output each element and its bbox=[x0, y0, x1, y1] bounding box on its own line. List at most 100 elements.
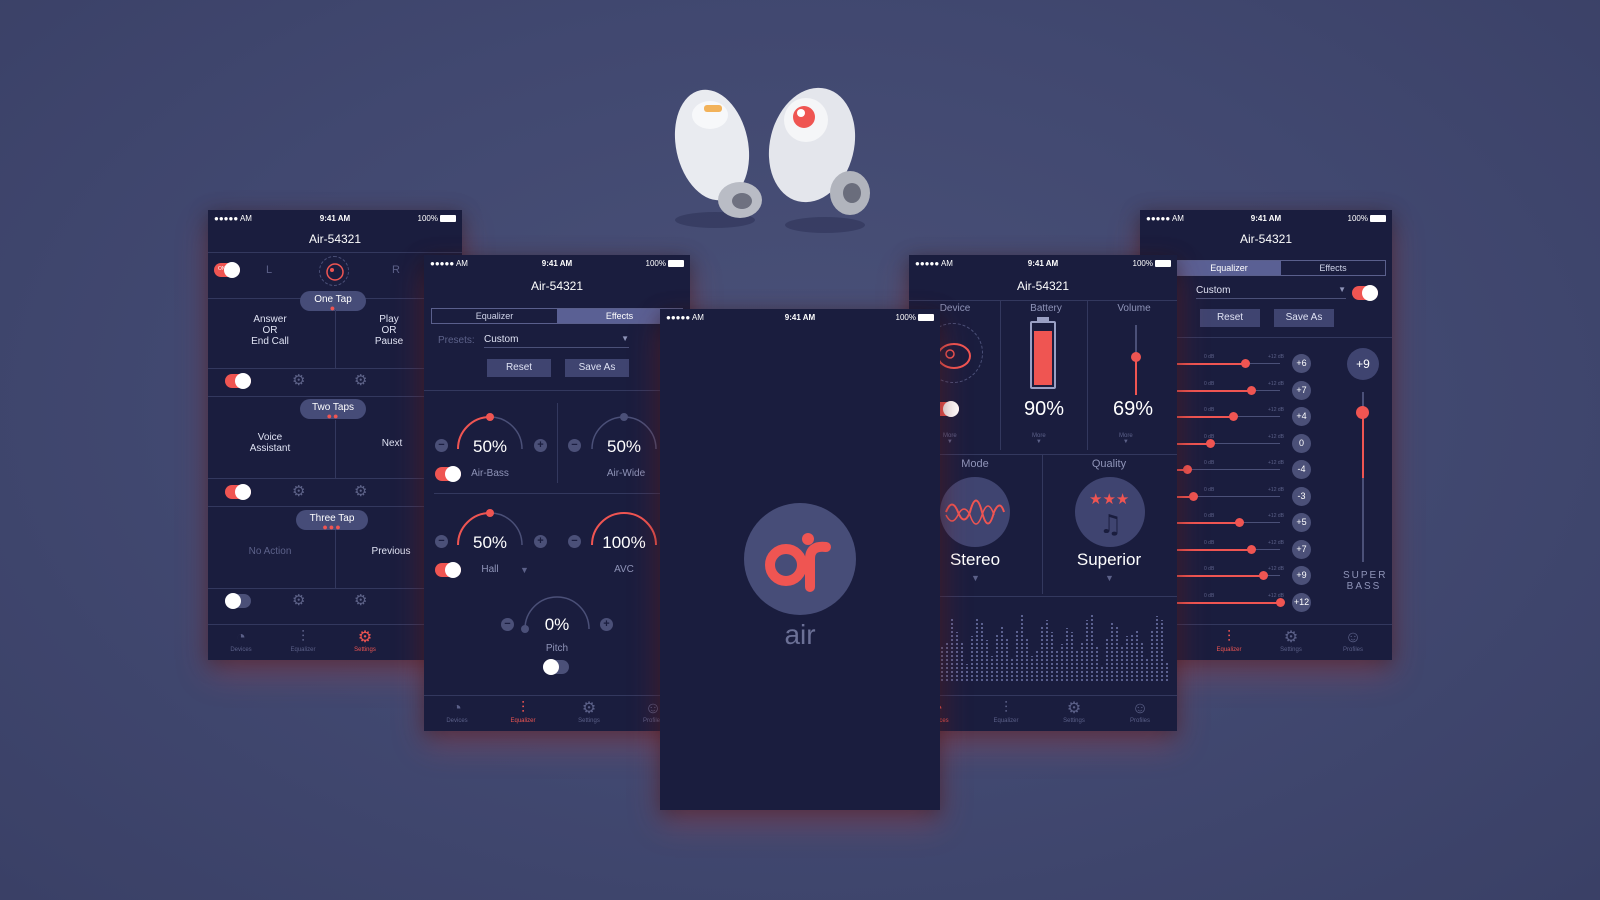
tab-devices[interactable]: ◔Devices bbox=[432, 700, 482, 724]
two-taps-left-action: Voice Assistant bbox=[249, 432, 291, 454]
eq-band-thumb[interactable] bbox=[1229, 412, 1239, 421]
left-earbud-toggle[interactable]: ON bbox=[214, 262, 240, 278]
segment-equalizer[interactable]: Equalizer bbox=[1177, 261, 1281, 275]
air-bass-plus-button[interactable]: + bbox=[534, 439, 547, 452]
tab-equalizer[interactable]: ⫶ Equalizer bbox=[498, 700, 548, 724]
tab-settings[interactable]: ⚙ Settings bbox=[1049, 700, 1099, 724]
tab-settings[interactable]: ⚙ Settings bbox=[564, 700, 614, 724]
battery-percent: 90% bbox=[1023, 398, 1065, 420]
hall-plus-button[interactable]: + bbox=[534, 535, 547, 548]
tab-settings[interactable]: ⚙ Settings bbox=[1266, 629, 1316, 653]
preset-select[interactable]: Custom ▼ bbox=[1196, 285, 1346, 299]
air-wide-minus-button[interactable]: − bbox=[568, 439, 581, 452]
tab-equalizer[interactable]: ⫶ Equalizer bbox=[278, 629, 328, 653]
battery-column-label: Battery bbox=[1030, 303, 1062, 314]
eq-band-thumb[interactable] bbox=[1206, 438, 1215, 448]
music-note-star-icon[interactable]: ★★★ ♫ bbox=[1075, 477, 1145, 547]
air-wide-label: Air-Wide bbox=[606, 468, 646, 479]
gear-icon[interactable]: ⚙ bbox=[292, 482, 305, 500]
eq-db-high-label: +12 dB bbox=[1268, 380, 1284, 387]
eq-band-thumb[interactable] bbox=[1235, 518, 1245, 527]
quality-dropdown-icon[interactable]: ▼ bbox=[1105, 573, 1114, 583]
three-tap-right-action: Previous bbox=[371, 546, 411, 557]
eq-band-thumb[interactable] bbox=[1188, 491, 1198, 501]
eq-band-thumb[interactable] bbox=[1241, 359, 1250, 368]
effects-segment-control[interactable]: Equalizer Effects bbox=[431, 308, 683, 324]
segment-equalizer[interactable]: Equalizer bbox=[432, 309, 557, 323]
battery-status: 100% bbox=[418, 214, 456, 223]
pitch-minus-button[interactable]: − bbox=[501, 618, 514, 631]
tab-profiles[interactable]: ☺ Profiles bbox=[1328, 629, 1378, 653]
gear-tab-icon: ⚙ bbox=[581, 700, 597, 717]
profiles-icon: ☺ bbox=[1344, 629, 1362, 646]
battery-icon bbox=[440, 215, 456, 222]
tab-equalizer[interactable]: ⫶ Equalizer bbox=[981, 700, 1031, 724]
equalizer-screen: ●●●●● AM 9:41 AM 100% Air-54321 Equalize… bbox=[1140, 210, 1392, 660]
preset-select[interactable]: Custom ▼ bbox=[484, 334, 629, 348]
avc-minus-button[interactable]: − bbox=[568, 535, 581, 548]
gear-icon[interactable]: ⚙ bbox=[354, 482, 367, 500]
pitch-value: 0% bbox=[544, 615, 570, 634]
reset-button[interactable]: Reset bbox=[1200, 309, 1260, 327]
device-more-link[interactable]: More ▼ bbox=[943, 433, 957, 445]
eq-db-high-label: +12 dB bbox=[1268, 592, 1284, 599]
eq-db-high-label: +12 dB bbox=[1268, 539, 1284, 546]
segment-effects[interactable]: Effects bbox=[1281, 261, 1385, 275]
three-tap-left-action: No Action bbox=[248, 546, 292, 557]
tab-settings[interactable]: ⚙ Settings bbox=[340, 629, 390, 653]
three-tap-toggle[interactable] bbox=[225, 593, 251, 609]
battery-status: 100% bbox=[646, 259, 684, 268]
eq-segment-control[interactable]: Equalizer Effects bbox=[1176, 260, 1386, 276]
eq-band-value: +4 bbox=[1292, 407, 1311, 426]
save-as-button[interactable]: Save As bbox=[1274, 309, 1334, 327]
gear-icon[interactable]: ⚙ bbox=[292, 371, 305, 389]
eq-band-thumb[interactable] bbox=[1258, 571, 1268, 580]
two-taps-toggle[interactable] bbox=[225, 484, 251, 500]
super-bass-label: SUPER BASS bbox=[1343, 570, 1388, 592]
eq-band-value: +7 bbox=[1292, 380, 1311, 400]
gear-tab-icon: ⚙ bbox=[1066, 700, 1082, 717]
pitch-toggle[interactable] bbox=[543, 659, 569, 675]
pitch-plus-button[interactable]: + bbox=[600, 618, 613, 631]
tab-equalizer[interactable]: ⫶ Equalizer bbox=[1204, 629, 1254, 653]
gear-icon[interactable]: ⚙ bbox=[292, 591, 305, 609]
gear-icon[interactable]: ⚙ bbox=[354, 591, 367, 609]
eq-db-high-label: +12 dB bbox=[1268, 407, 1284, 413]
eq-band-thumb[interactable] bbox=[1246, 544, 1256, 554]
eq-db-low-label: 0 dB bbox=[1204, 592, 1215, 599]
eq-db-high-label: +12 dB bbox=[1268, 354, 1284, 360]
sliders-icon: ⫶ bbox=[1003, 700, 1008, 717]
tab-devices[interactable]: ◔Devices bbox=[216, 629, 266, 653]
save-as-button[interactable]: Save As bbox=[565, 359, 629, 377]
profiles-icon: ☺ bbox=[1131, 700, 1149, 717]
air-bass-toggle[interactable] bbox=[435, 466, 461, 482]
volume-more-link[interactable]: More ▼ bbox=[1119, 433, 1133, 445]
hall-toggle[interactable] bbox=[435, 562, 461, 578]
eq-band-thumb[interactable] bbox=[1182, 465, 1192, 474]
quality-label: Quality bbox=[1091, 458, 1127, 470]
hall-minus-button[interactable]: − bbox=[435, 535, 448, 548]
gear-icon[interactable]: ⚙ bbox=[354, 371, 367, 389]
hall-dropdown-icon[interactable]: ▼ bbox=[520, 565, 529, 575]
eq-toggle[interactable] bbox=[1352, 285, 1378, 301]
eq-band-thumb[interactable] bbox=[1246, 385, 1256, 395]
volume-percent: 69% bbox=[1112, 398, 1154, 420]
one-tap-left-action: Answer OR End Call bbox=[251, 314, 289, 347]
eq-band-thumb[interactable] bbox=[1276, 597, 1285, 607]
eq-db-low-label: 0 dB bbox=[1204, 539, 1215, 546]
eq-db-high-label: +12 dB bbox=[1268, 566, 1284, 572]
device-title: Air-54321 bbox=[1239, 232, 1293, 246]
gear-tab-icon: ⚙ bbox=[1283, 629, 1299, 646]
stereo-wave-icon[interactable] bbox=[940, 477, 1010, 547]
mode-dropdown-icon[interactable]: ▼ bbox=[971, 573, 980, 583]
battery-more-link[interactable]: More ▼ bbox=[1032, 433, 1046, 445]
tab-profiles[interactable]: ☺ Profiles bbox=[1115, 700, 1165, 724]
air-bass-label: Air-Bass bbox=[471, 468, 509, 479]
volume-slider-thumb[interactable] bbox=[1131, 351, 1141, 362]
super-bass-slider-thumb[interactable] bbox=[1356, 406, 1369, 419]
eq-db-high-label: +12 dB bbox=[1268, 513, 1284, 519]
air-bass-minus-button[interactable]: − bbox=[435, 439, 448, 452]
one-tap-toggle[interactable] bbox=[225, 373, 251, 389]
earbud-tab-icon: ◔ bbox=[452, 700, 462, 717]
reset-button[interactable]: Reset bbox=[487, 359, 551, 377]
